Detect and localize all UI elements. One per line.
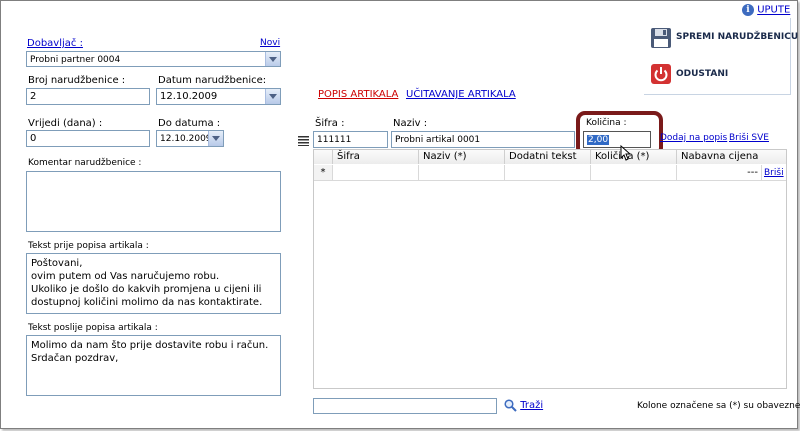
cancel-label: ODUSTANI (676, 69, 729, 79)
order-date-label: Datum narudžbenice: (158, 75, 267, 86)
grid-col-naziv[interactable]: Naziv (*) (419, 150, 505, 164)
add-to-list-link[interactable]: Dodaj na popis (660, 133, 727, 143)
mouse-cursor-icon (620, 145, 631, 161)
grid-col-sifra[interactable]: Šifra (333, 150, 419, 164)
order-number-label: Broj narudžbenice : (28, 75, 126, 86)
supplier-value: Probni partner 0004 (30, 55, 121, 65)
floppy-disk-icon (651, 28, 671, 48)
chevron-down-icon[interactable] (208, 131, 223, 146)
new-row-price-cell[interactable]: --- (677, 165, 762, 181)
valid-days-label: Vrijedi (dana) : (28, 118, 103, 129)
sifra-label: Šifra : (315, 118, 345, 129)
new-row-sifra-cell[interactable] (333, 165, 419, 181)
new-row-kolicina-cell[interactable] (591, 165, 677, 181)
chevron-down-icon[interactable] (265, 52, 280, 66)
grid-corner (314, 150, 333, 164)
search-link[interactable]: Traži (520, 400, 543, 411)
delete-all-link[interactable]: Briši SVE (729, 133, 769, 143)
until-date-picker[interactable]: 12.10.2009 (156, 130, 224, 147)
row-delete-link[interactable]: Briši (764, 168, 784, 178)
required-columns-note: Kolone označene sa (*) su obavezne (637, 401, 800, 411)
search-input[interactable] (313, 398, 497, 414)
order-date-value: 12.10.2009 (160, 91, 218, 102)
tab-ucitavanje-artikala[interactable]: UČITAVANJE ARTIKALA (406, 89, 516, 100)
grid-header: Šifra Naziv (*) Dodatni tekst Količina (… (314, 150, 786, 164)
chevron-down-icon[interactable] (265, 89, 280, 104)
grid-col-nabavna-cijena[interactable]: Nabavna cijena (677, 150, 786, 164)
naziv-label: Naziv : (393, 118, 428, 129)
comment-textarea[interactable] (26, 171, 281, 232)
save-order-label: SPREMI NARUDŽBENICU (676, 32, 799, 42)
supplier-select[interactable]: Probni partner 0004 (26, 51, 281, 67)
until-date-label: Do datuma : (158, 118, 221, 129)
comment-label: Komentar narudžbenice : (28, 158, 142, 168)
grid-new-row[interactable]: * --- Briši (314, 165, 786, 181)
power-icon (651, 64, 671, 84)
info-icon: i (742, 4, 754, 16)
new-supplier-link[interactable]: Novi (260, 38, 280, 48)
text-after-label: Tekst poslije popisa artikala : (28, 323, 158, 333)
help-link[interactable]: UPUTE (757, 5, 790, 16)
grid-col-dodatni-tekst[interactable]: Dodatni tekst (505, 150, 591, 164)
magnifier-icon (504, 399, 517, 412)
list-icon[interactable] (298, 135, 309, 146)
grid-col-kolicina[interactable]: Količina (*) (591, 150, 677, 164)
until-date-value: 12.10.2009 (160, 134, 212, 144)
text-before-textarea[interactable]: Poštovani, ovim putem od Vas naručujemo … (26, 253, 281, 314)
search-button[interactable]: Traži (504, 399, 543, 413)
order-number-input[interactable]: 2 (26, 88, 150, 105)
new-row-delete-cell: Briši (762, 165, 786, 181)
new-row-dodatni-cell[interactable] (505, 165, 591, 181)
save-order-button[interactable]: SPREMI NARUDŽBENICU (650, 27, 798, 51)
new-row-naziv-cell[interactable] (419, 165, 505, 181)
supplier-label[interactable]: Dobavljač : (27, 38, 83, 49)
naziv-input[interactable]: Probni artikal 0001 (391, 131, 575, 148)
cancel-button[interactable]: ODUSTANI (650, 63, 790, 87)
order-date-picker[interactable]: 12.10.2009 (156, 88, 281, 105)
text-after-textarea[interactable]: Molimo da nam što prije dostavite robu i… (26, 335, 281, 396)
new-row-marker: * (314, 165, 333, 181)
valid-days-input[interactable]: 0 (26, 130, 150, 147)
help-area[interactable]: i UPUTE (742, 4, 790, 18)
text-before-label: Tekst prije popisa artikala : (28, 241, 149, 251)
sifra-input[interactable]: 111111 (313, 131, 388, 148)
tab-popis-artikala[interactable]: POPIS ARTIKALA (318, 89, 398, 100)
items-grid: Šifra Naziv (*) Dodatni tekst Količina (… (313, 149, 787, 389)
